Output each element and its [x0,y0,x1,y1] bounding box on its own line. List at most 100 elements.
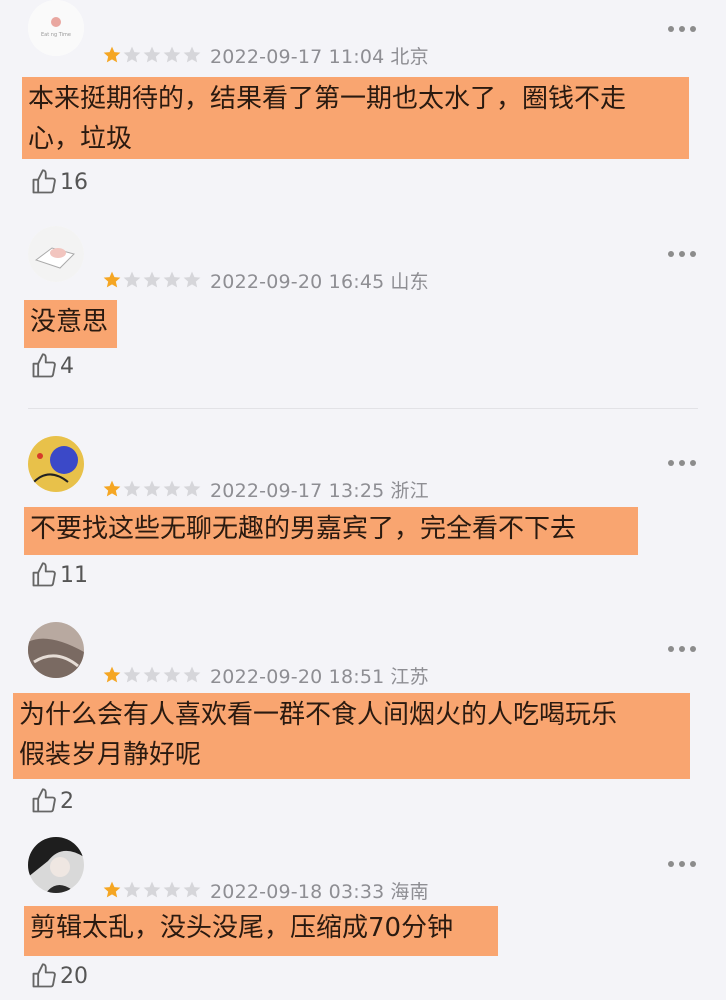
review-location: 山东 [390,270,429,293]
like-count: 2 [60,788,74,814]
like-count: 16 [60,169,88,195]
star-empty-icon [143,271,161,288]
star-empty-icon [163,271,181,288]
dot-icon [668,646,674,652]
comment-line: 心，垃圾 [28,124,133,154]
like-button[interactable]: 4 [30,351,74,381]
review-meta: 2022-09-17 11:04 北京 [102,43,435,68]
thumbs-up-icon [32,169,56,194]
star-rating [102,45,202,65]
star-empty-icon [123,271,141,288]
avatar-photo-icon [28,622,84,678]
review-meta: 2022-09-20 16:45 山东 [102,268,435,293]
review-location: 浙江 [390,479,429,502]
star-empty-icon [163,480,181,497]
thumbs-up-icon [32,353,56,378]
dot-icon [690,251,696,257]
dot-icon [679,646,685,652]
dot-icon [690,646,696,652]
dot-icon [690,26,696,32]
review-location: 江苏 [390,665,429,688]
avatar[interactable]: Eat ng Time [28,0,84,56]
dot-icon [668,861,674,867]
star-empty-icon [183,480,201,497]
star-filled-icon [103,881,121,898]
like-count: 11 [60,562,88,588]
dot-icon [690,861,696,867]
star-rating [102,665,202,685]
like-count: 20 [60,963,88,989]
star-empty-icon [183,271,201,288]
star-empty-icon [143,480,161,497]
more-options-button[interactable] [668,860,696,868]
thumbs-up-icon [32,788,56,813]
star-rating [102,270,202,290]
star-empty-icon [143,666,161,683]
section-divider [28,408,698,409]
thumbs-up-icon [32,963,56,988]
review-meta: 2022-09-17 13:25 浙江 [102,477,435,502]
avatar[interactable] [28,226,84,282]
dot-icon [668,460,674,466]
comment-line: 不要找这些无聊无趣的男嘉宾了，完全看不下去 [30,514,577,544]
star-empty-icon [163,666,181,683]
review-date: 2022-09-20 18:51 [210,665,385,688]
star-empty-icon [163,46,181,63]
avatar[interactable] [28,436,84,492]
like-button[interactable]: 16 [30,167,88,197]
review-comment: 没意思 [24,300,117,348]
star-empty-icon [123,480,141,497]
review-date: 2022-09-20 16:45 [210,270,385,293]
like-button[interactable]: 11 [30,560,88,590]
star-filled-icon [103,271,121,288]
avatar-logo-text: Eat ng Time [41,32,71,38]
review-comment: 本来挺期待的，结果看了第一期也太水了，圈钱不走 心，垃圾 [22,77,689,159]
avatar[interactable] [28,622,84,678]
star-empty-icon [183,46,201,63]
thumbs-up-icon [32,562,56,587]
dot-icon [690,460,696,466]
comment-line: 假装岁月静好呢 [19,740,202,770]
review-comment: 剪辑太乱，没头没尾，压缩成70分钟 [24,906,498,956]
avatar-logo-icon: Eat ng Time [28,0,84,56]
review-comment: 不要找这些无聊无趣的男嘉宾了，完全看不下去 [24,507,638,555]
like-button[interactable]: 20 [30,961,88,991]
star-empty-icon [123,666,141,683]
review-location: 海南 [390,880,429,903]
dot-icon [668,251,674,257]
comment-line: 为什么会有人喜欢看一群不食人间烟火的人吃喝玩乐 [19,700,618,730]
like-button[interactable]: 2 [30,786,74,816]
review-meta: 2022-09-20 18:51 江苏 [102,663,435,688]
comment-line: 剪辑太乱，没头没尾，压缩成70分钟 [30,913,454,943]
dot-icon [679,26,685,32]
dot-icon [668,26,674,32]
star-empty-icon [163,881,181,898]
review-comment: 为什么会有人喜欢看一群不食人间烟火的人吃喝玩乐 假装岁月静好呢 [13,693,690,779]
avatar-person-icon [28,837,84,893]
star-empty-icon [143,881,161,898]
dot-icon [679,861,685,867]
dot-icon [679,460,685,466]
star-empty-icon [183,666,201,683]
more-options-button[interactable] [668,250,696,258]
review-meta: 2022-09-18 03:33 海南 [102,878,435,903]
more-options-button[interactable] [668,25,696,33]
dot-icon [679,251,685,257]
star-rating [102,479,202,499]
star-empty-icon [143,46,161,63]
star-empty-icon [123,881,141,898]
avatar[interactable] [28,837,84,893]
star-rating [102,880,202,900]
review-date: 2022-09-17 13:25 [210,479,385,502]
star-filled-icon [103,666,121,683]
star-empty-icon [123,46,141,63]
more-options-button[interactable] [668,459,696,467]
like-count: 4 [60,353,74,379]
star-filled-icon [103,46,121,63]
comment-line: 本来挺期待的，结果看了第一期也太水了，圈钱不走 [28,84,627,114]
review-date: 2022-09-18 03:33 [210,880,385,903]
review-date: 2022-09-17 11:04 [210,45,385,68]
review-location: 北京 [390,45,429,68]
more-options-button[interactable] [668,645,696,653]
avatar-pig-icon [28,226,84,282]
